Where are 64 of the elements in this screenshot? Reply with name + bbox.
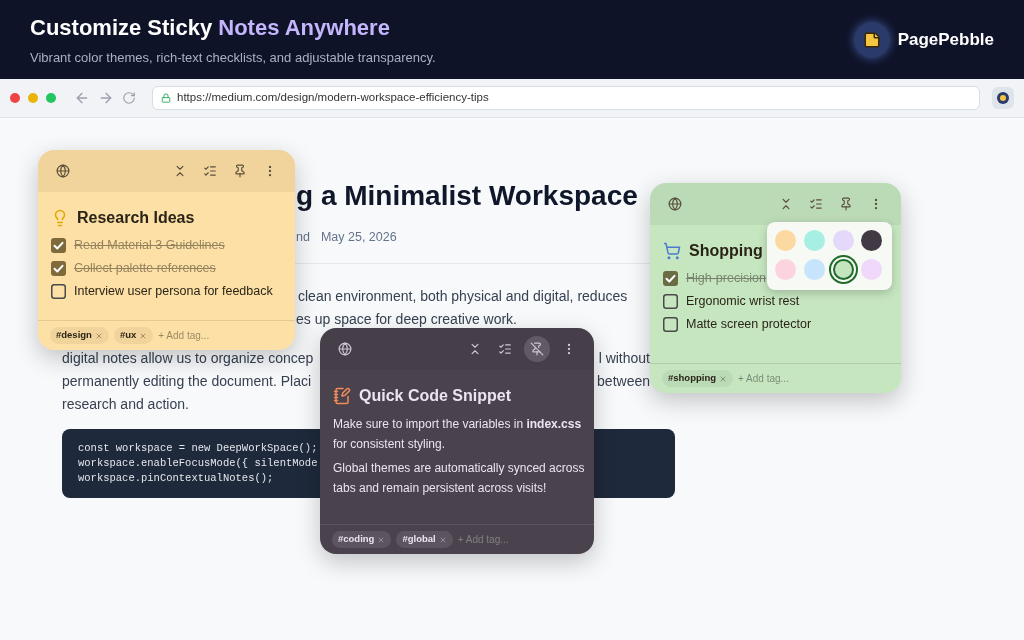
checklist-item-text: Interview user persona for feedback	[74, 283, 273, 301]
checkbox[interactable]	[51, 284, 66, 299]
note-title: Research Ideas	[77, 208, 195, 228]
article-text: permanently editing the document. Placi	[62, 371, 312, 391]
color-swatch[interactable]	[803, 230, 825, 251]
code-line: const workspace = new DeepWorkSpace();	[78, 440, 318, 456]
brand-logo-icon	[855, 23, 888, 56]
tag-label: #coding	[338, 532, 375, 547]
address-bar[interactable]: https://medium.com/design/modern-workspace-efficiency-tips	[152, 86, 980, 110]
color-swatch[interactable]	[832, 230, 854, 251]
add-tag-field[interactable]: + Add tag...	[738, 371, 819, 386]
article-text: digital notes allow us to organize concep	[62, 348, 314, 368]
banner-title: Customize Sticky Notes Anywhere	[30, 14, 391, 43]
checklist-item-text: Matte screen protector	[686, 316, 812, 334]
remove-tag-button[interactable]	[719, 374, 728, 383]
tag-label: #design	[56, 328, 92, 343]
notebook-pen-icon	[333, 387, 351, 405]
color-swatch[interactable]	[775, 230, 796, 251]
checklist-item-text: Ergonomic wrist rest	[686, 293, 800, 311]
reload-icon[interactable]	[122, 91, 136, 105]
lock-icon	[161, 93, 171, 103]
note-paragraph: Global themes are automatically synced across tabs and remain persistent across visits!	[333, 460, 585, 497]
article-text: clean environment, both physical and digital, reduces	[298, 286, 628, 306]
note-title: Shopping	[689, 241, 763, 261]
color-swatch[interactable]	[861, 259, 883, 280]
forward-icon[interactable]	[98, 90, 114, 106]
checkbox[interactable]	[51, 238, 66, 253]
checklist-item-text: Read Material 3 Guidelines	[74, 237, 225, 255]
article-meta: May 25, 2026	[320, 229, 397, 246]
article-text: l without	[598, 348, 650, 368]
code-line: workspace.enableFocusMode({ silentMode	[78, 455, 318, 471]
remove-tag-button[interactable]	[438, 535, 447, 544]
shopping-cart-icon	[663, 242, 681, 260]
checkbox[interactable]	[51, 261, 66, 276]
checklist-item-text: Collect palette references	[74, 260, 216, 278]
add-tag-field[interactable]: + Add tag...	[158, 328, 239, 343]
color-swatch[interactable]	[775, 259, 796, 280]
article-meta: nd	[296, 229, 310, 246]
remove-tag-button[interactable]	[94, 331, 103, 340]
checkbox[interactable]	[663, 294, 678, 309]
tag-label: #shopping	[668, 371, 717, 386]
unpin-icon[interactable]	[524, 336, 550, 362]
article-text: between	[597, 371, 650, 391]
tag-label: #global	[402, 532, 436, 547]
color-swatch[interactable]	[803, 259, 825, 280]
banner-subtitle: Vibrant color themes, rich-text checklists, and adjustable transparency.	[30, 49, 436, 68]
code-line: workspace.pinContextualNotes();	[78, 470, 274, 486]
remove-tag-button[interactable]	[377, 535, 386, 544]
back-icon[interactable]	[74, 90, 90, 106]
checklist-item-text: High-precision	[686, 270, 766, 288]
tag-label: #ux	[119, 328, 137, 343]
article-text: research and action.	[62, 394, 189, 414]
checkbox[interactable]	[663, 271, 678, 286]
brand-name: PagePebble	[897, 28, 994, 51]
article-heading: g a Minimalist Workspace	[296, 179, 638, 213]
close-window-icon[interactable]	[10, 93, 20, 103]
url-text: https://medium.com/design/modern-workspace-efficiency-tips	[177, 90, 489, 106]
color-swatch[interactable]	[861, 230, 883, 251]
article-text: es up space for deep creative work.	[296, 309, 517, 329]
extension-icon[interactable]	[992, 87, 1014, 109]
note-paragraph: Make sure to import the variables in index.css for consistent styling.	[333, 416, 583, 453]
checkbox[interactable]	[663, 317, 678, 332]
note-title: Quick Code Snippet	[359, 386, 511, 406]
remove-tag-button[interactable]	[139, 331, 148, 340]
